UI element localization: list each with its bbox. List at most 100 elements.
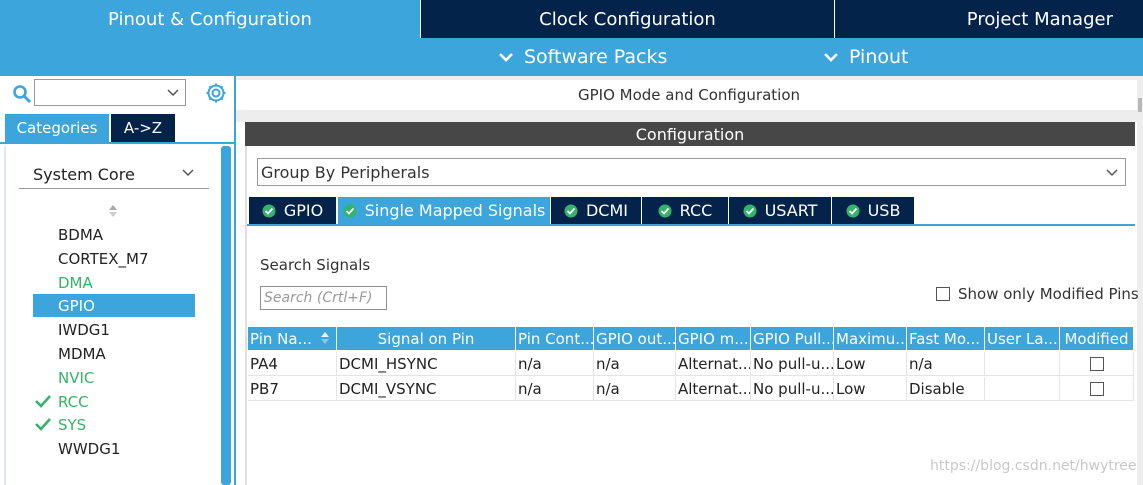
category-item-bdma[interactable]: BDMA xyxy=(33,223,195,246)
column-header[interactable]: User La... xyxy=(985,327,1060,350)
category-item-mdma[interactable]: MDMA xyxy=(33,342,195,365)
check-circle-icon xyxy=(846,204,860,217)
gear-icon[interactable] xyxy=(204,81,228,105)
signals-table: Pin Na... Signal on Pin Pin Cont... GPIO ou… xyxy=(248,327,1134,402)
left-scrollbar[interactable] xyxy=(221,146,231,485)
table-cell[interactable]: Low xyxy=(834,377,907,401)
tab-pinout-configuration[interactable]: Pinout & Configuration xyxy=(0,0,420,38)
divider xyxy=(0,142,236,144)
right-scrollbar[interactable] xyxy=(1137,76,1143,485)
tab-label: A->Z xyxy=(123,119,163,137)
table-cell-text: DCMI_HSYNC xyxy=(339,355,438,373)
category-search-combo[interactable] xyxy=(34,79,186,106)
column-header[interactable]: GPIO out... xyxy=(594,327,676,350)
table-cell-text: PB7 xyxy=(250,380,279,398)
configuration-title-bar: Configuration xyxy=(245,122,1135,146)
category-group-system-core[interactable]: System Core xyxy=(19,160,209,189)
table-cell[interactable]: n/a xyxy=(907,352,985,376)
pinout-menu[interactable]: Pinout xyxy=(823,38,908,76)
column-header[interactable]: Pin Na... xyxy=(248,327,337,350)
tab-label: USART xyxy=(764,201,818,220)
software-packs-menu[interactable]: Software Packs xyxy=(498,38,667,76)
column-header-label: Pin Cont... xyxy=(518,329,594,348)
category-item-iwdg1[interactable]: IWDG1 xyxy=(33,318,195,341)
table-cell[interactable]: DCMI_HSYNC xyxy=(337,352,516,376)
column-header[interactable]: GPIO m... xyxy=(676,327,751,350)
table-cell xyxy=(1060,352,1134,376)
category-item-label: SYS xyxy=(58,415,87,434)
check-circle-icon xyxy=(564,204,578,217)
table-row[interactable]: PA4 DCMI_HSYNC n/a n/a Alternat... No pull-u.… xyxy=(248,352,1134,376)
search-signals-input[interactable] xyxy=(260,286,387,310)
check-circle-icon xyxy=(343,204,357,217)
sort-icon[interactable] xyxy=(107,203,119,219)
tab-single-mapped-signals[interactable]: Single Mapped Signals xyxy=(338,197,550,224)
tab-label: Clock Configuration xyxy=(539,8,716,30)
table-cell[interactable]: Low xyxy=(834,352,907,376)
category-item-nvic[interactable]: NVIC xyxy=(33,366,195,389)
category-item-wwdg1[interactable]: WWDG1 xyxy=(33,437,195,460)
show-modified-checkbox[interactable] xyxy=(936,287,950,301)
column-header[interactable]: Signal on Pin xyxy=(337,327,516,350)
tab-dcmi[interactable]: DCMI xyxy=(551,197,641,224)
tab-label: Pinout & Configuration xyxy=(108,8,312,30)
divider xyxy=(247,224,1135,226)
check-icon xyxy=(35,395,51,408)
category-item-dma[interactable]: DMA xyxy=(33,271,195,294)
category-item-cortex-m7[interactable]: CORTEX_M7 xyxy=(33,247,195,270)
divider xyxy=(4,146,6,485)
category-item-label: DMA xyxy=(58,273,93,292)
category-item-label: BDMA xyxy=(58,225,104,244)
column-header[interactable]: Pin Cont... xyxy=(516,327,594,350)
tab-rcc[interactable]: RCC xyxy=(642,197,728,224)
table-cell[interactable]: PA4 xyxy=(248,352,337,376)
table-cell[interactable]: PB7 xyxy=(248,377,337,401)
category-item-gpio[interactable]: GPIO xyxy=(33,294,195,317)
table-cell[interactable]: n/a xyxy=(594,377,676,401)
modified-checkbox[interactable] xyxy=(1089,382,1104,396)
column-header[interactable]: GPIO Pull... xyxy=(751,327,834,350)
table-cell[interactable]: Alternat... xyxy=(676,352,751,376)
tab-label: Categories xyxy=(16,119,98,137)
table-cell[interactable]: No pull-u... xyxy=(751,377,834,401)
scrollbar-thumb[interactable] xyxy=(1138,98,1142,112)
tab-clock-configuration[interactable]: Clock Configuration xyxy=(421,0,834,38)
table-cell[interactable]: Alternat... xyxy=(676,377,751,401)
column-header[interactable]: Fast Mo... xyxy=(907,327,985,350)
table-cell[interactable]: No pull-u... xyxy=(751,352,834,376)
chevron-down-icon xyxy=(824,53,838,62)
column-header-label: User La... xyxy=(987,329,1058,348)
tab-usart[interactable]: USART xyxy=(729,197,831,224)
search-signals-label: Search Signals xyxy=(260,256,371,274)
tab-project-manager[interactable]: Project Manager xyxy=(835,0,1143,38)
column-header-label: GPIO out... xyxy=(596,329,676,348)
table-cell[interactable]: n/a xyxy=(516,352,594,376)
check-circle-icon xyxy=(743,204,757,217)
category-item-sys[interactable]: SYS xyxy=(33,413,195,436)
category-item-label: CORTEX_M7 xyxy=(58,249,149,268)
tab-label: RCC xyxy=(679,201,713,220)
tab-usb[interactable]: USB xyxy=(832,197,914,224)
tab-a-to-z[interactable]: A->Z xyxy=(111,114,175,142)
table-cell[interactable]: n/a xyxy=(594,352,676,376)
table-cell-text: n/a xyxy=(518,355,542,373)
column-header[interactable]: Modified xyxy=(1060,327,1134,350)
tab-gpio[interactable]: GPIO xyxy=(249,197,336,224)
table-cell-text: n/a xyxy=(596,355,620,373)
category-item-rcc[interactable]: RCC xyxy=(33,390,195,413)
column-header[interactable]: Maximu... xyxy=(834,327,907,350)
table-cell[interactable]: DCMI_VSYNC xyxy=(337,377,516,401)
category-item-label: MDMA xyxy=(58,344,106,363)
table-cell[interactable]: n/a xyxy=(516,377,594,401)
table-row[interactable]: PB7 DCMI_VSYNC n/a n/a Alternat... No pull-u.… xyxy=(248,377,1134,401)
category-tabs: Categories A->Z xyxy=(5,114,229,142)
modified-checkbox[interactable] xyxy=(1089,357,1104,371)
group-by-select[interactable]: Group By Peripherals xyxy=(257,158,1126,186)
table-cell[interactable] xyxy=(985,377,1060,401)
tab-categories[interactable]: Categories xyxy=(5,114,109,142)
column-header-label: Fast Mo... xyxy=(909,329,981,348)
table-cell[interactable]: Disable xyxy=(907,377,985,401)
search-icon[interactable] xyxy=(12,84,32,104)
table-cell[interactable] xyxy=(985,352,1060,376)
page-title: GPIO Mode and Configuration xyxy=(245,80,1133,110)
